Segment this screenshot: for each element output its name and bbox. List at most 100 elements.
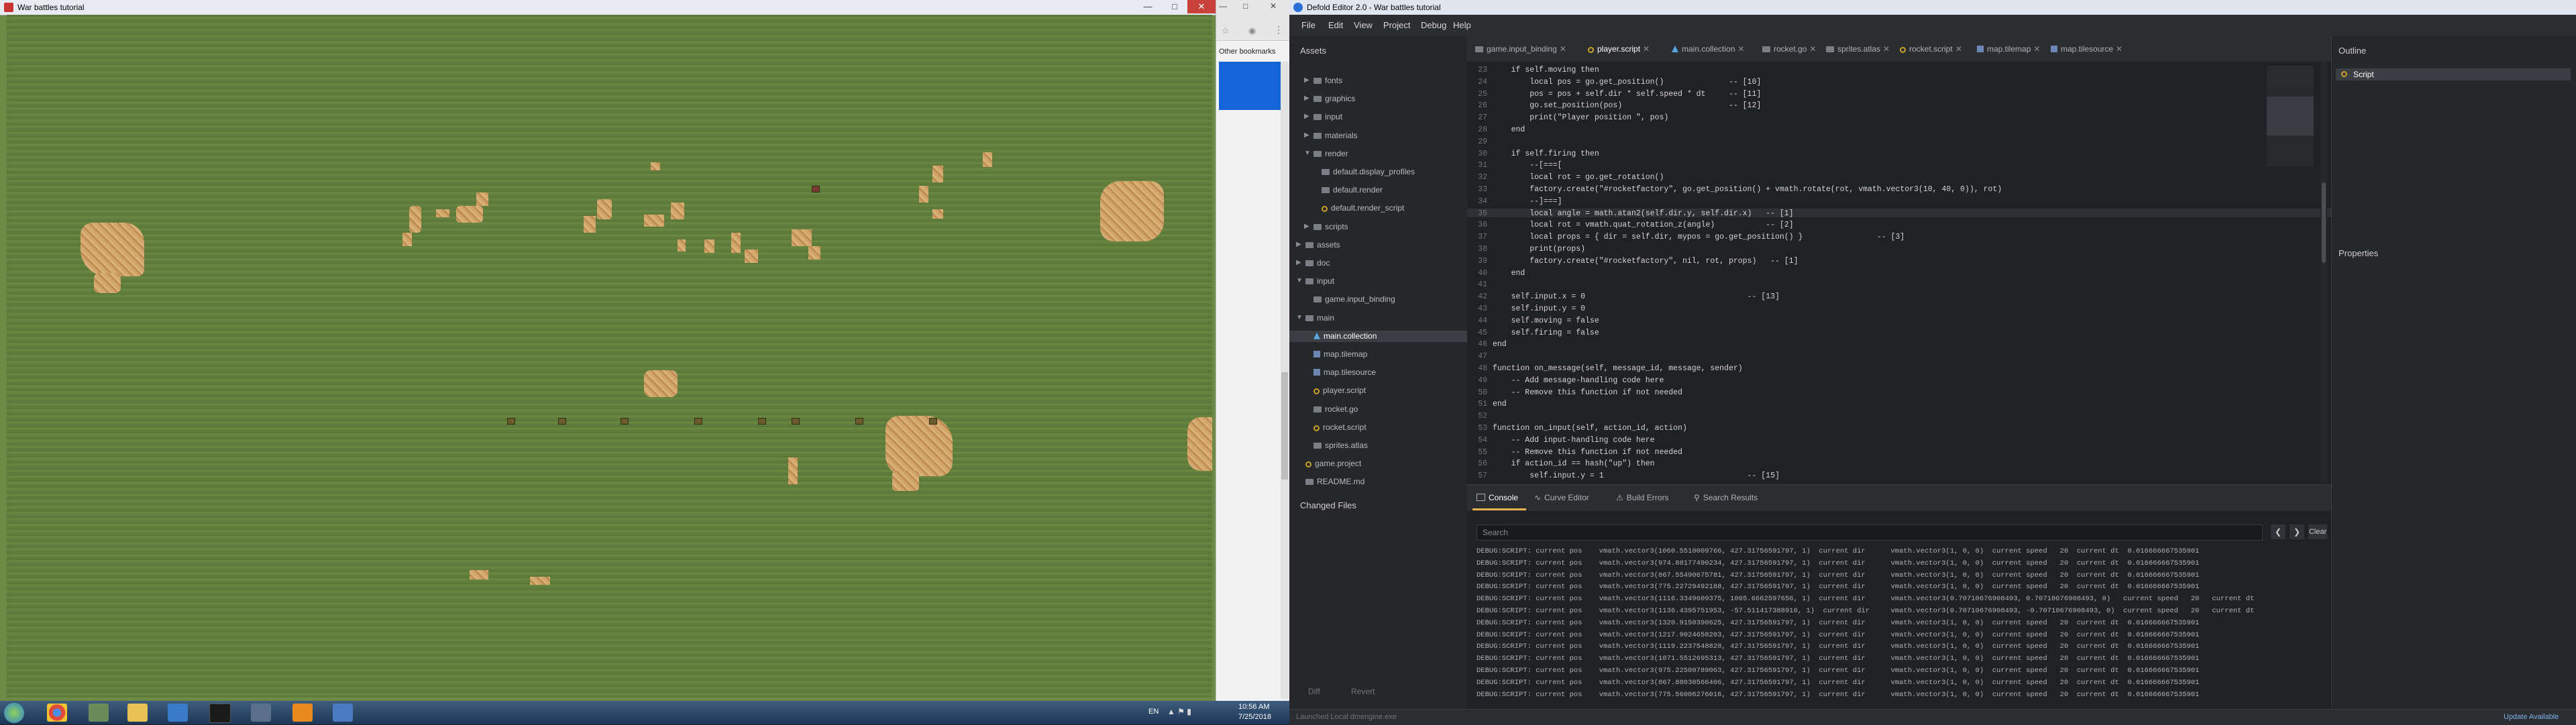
code-line[interactable]: local pos = go.get_position() -- [10] bbox=[1493, 78, 1761, 87]
code-line[interactable]: end bbox=[1493, 269, 1525, 278]
tree-item-render[interactable]: ▼ render bbox=[1289, 148, 1467, 160]
collapsed-arrow-icon[interactable]: ▶ bbox=[1304, 223, 1309, 230]
code-line[interactable]: end bbox=[1493, 340, 1507, 349]
console-search-input[interactable]: Search bbox=[1477, 524, 2263, 541]
app-icon[interactable] bbox=[168, 704, 188, 722]
code-line[interactable]: local rot = vmath.quat_rotation_z(angle)… bbox=[1493, 221, 1793, 229]
tree-item-player-script[interactable]: player.script bbox=[1289, 385, 1467, 396]
code-line[interactable]: self.input.y = 1 -- [15] bbox=[1493, 471, 1780, 480]
diff-button[interactable]: Diff bbox=[1308, 687, 1320, 696]
tab-map-tilesource[interactable]: map.tilesource ✕ bbox=[2051, 44, 2123, 54]
app-icon[interactable] bbox=[251, 704, 271, 722]
tree-item-default-render[interactable]: default.render bbox=[1289, 184, 1467, 196]
clock-time[interactable]: 10:56 AM bbox=[1238, 703, 1269, 711]
tab-rocket-go[interactable]: rocket.go ✕ bbox=[1762, 44, 1816, 54]
prev-result-button[interactable]: ❮ bbox=[2271, 524, 2286, 539]
code-line[interactable]: self.moving = false bbox=[1493, 317, 1599, 325]
code-line[interactable]: --[===[ bbox=[1493, 161, 1562, 170]
defold-icon[interactable] bbox=[333, 704, 353, 722]
language-indicator[interactable]: EN bbox=[1148, 708, 1159, 716]
tree-item-game-input-binding[interactable]: game.input_binding bbox=[1289, 294, 1467, 305]
menu-icon[interactable]: ⋮ bbox=[1274, 24, 1283, 36]
close-tab-icon[interactable]: ✕ bbox=[1809, 44, 1816, 54]
update-available-link[interactable]: Update Available bbox=[2504, 713, 2559, 721]
close-tab-icon[interactable]: ✕ bbox=[1560, 44, 1566, 54]
expanded-arrow-icon[interactable]: ▼ bbox=[1304, 150, 1311, 157]
code-line[interactable]: end bbox=[1493, 125, 1525, 134]
tab-map-tilemap[interactable]: map.tilemap ✕ bbox=[1977, 44, 2040, 54]
expanded-arrow-icon[interactable]: ▼ bbox=[1296, 314, 1303, 321]
minimap[interactable] bbox=[2267, 66, 2314, 166]
outline-item-script[interactable]: Script bbox=[2336, 68, 2571, 80]
expanded-arrow-icon[interactable]: ▼ bbox=[1296, 277, 1303, 284]
start-button[interactable] bbox=[4, 703, 24, 723]
clear-button[interactable]: Clear bbox=[2308, 524, 2327, 539]
extension-icon[interactable]: ◉ bbox=[1248, 25, 1256, 36]
minimap-viewport[interactable] bbox=[2267, 97, 2314, 135]
tree-item-map-tilesource[interactable]: map.tilesource bbox=[1289, 367, 1467, 378]
tab-player-script[interactable]: player.script ✕ bbox=[1588, 44, 1650, 54]
menu-project[interactable]: Project bbox=[1383, 20, 1410, 30]
menu-edit[interactable]: Edit bbox=[1328, 20, 1343, 30]
tab-rocket-script[interactable]: rocket.script ✕ bbox=[1900, 44, 1962, 54]
tree-item-assets[interactable]: ▶ assets bbox=[1289, 239, 1467, 251]
tab-game-input-binding[interactable]: game.input_binding ✕ bbox=[1475, 44, 1566, 54]
collapsed-arrow-icon[interactable]: ▶ bbox=[1296, 241, 1301, 248]
code-line[interactable]: factory.create("#rocketfactory", nil, ro… bbox=[1493, 257, 1798, 266]
tree-item-graphics[interactable]: ▶ graphics bbox=[1289, 93, 1467, 105]
code-line[interactable]: if self.firing then bbox=[1493, 150, 1599, 158]
close-tab-icon[interactable]: ✕ bbox=[2033, 44, 2040, 54]
maximize-icon[interactable]: □ bbox=[1161, 0, 1189, 13]
code-line[interactable]: end bbox=[1493, 400, 1507, 408]
code-line[interactable]: -- Add input-handling code here bbox=[1493, 436, 1655, 445]
code-line[interactable]: -- Remove this function if not needed bbox=[1493, 448, 1682, 457]
tree-item-main-collection[interactable]: main.collection bbox=[1289, 330, 1467, 342]
code-line[interactable]: function on_input(self, action_id, actio… bbox=[1493, 424, 1687, 433]
close-tab-icon[interactable]: ✕ bbox=[2116, 44, 2123, 54]
tree-item-fonts[interactable]: ▶ fonts bbox=[1289, 75, 1467, 87]
tree-item-default-display-profiles[interactable]: default.display_profiles bbox=[1289, 166, 1467, 178]
menu-view[interactable]: View bbox=[1354, 20, 1373, 30]
code-line[interactable]: go.set_position(pos) -- [12] bbox=[1493, 101, 1761, 110]
close-tab-icon[interactable]: ✕ bbox=[1883, 44, 1890, 54]
next-result-button[interactable]: ❯ bbox=[2290, 524, 2304, 539]
maximize-icon[interactable]: □ bbox=[1243, 1, 1248, 11]
code-line[interactable]: -- Add message-handling code here bbox=[1493, 376, 1664, 385]
tab-console[interactable]: Console bbox=[1477, 493, 1518, 502]
other-bookmarks[interactable]: Other bookmarks bbox=[1219, 48, 1275, 56]
clock-date[interactable]: 7/25/2018 bbox=[1238, 713, 1271, 721]
close-icon[interactable]: ✕ bbox=[1270, 1, 1277, 11]
close-tab-icon[interactable]: ✕ bbox=[1737, 44, 1744, 54]
collapsed-arrow-icon[interactable]: ▶ bbox=[1304, 95, 1309, 102]
game-canvas[interactable] bbox=[7, 15, 1212, 698]
folder-icon[interactable] bbox=[127, 704, 148, 722]
app-icon[interactable] bbox=[292, 704, 313, 722]
terminal-icon[interactable] bbox=[209, 704, 231, 723]
tree-item-doc[interactable]: ▶ doc bbox=[1289, 258, 1467, 269]
tree-item-map-tilemap[interactable]: map.tilemap bbox=[1289, 349, 1467, 360]
code-line[interactable]: print("Player position ", pos) bbox=[1493, 113, 1668, 122]
tree-item-materials[interactable]: ▶ materials bbox=[1289, 130, 1467, 142]
code-line[interactable]: pos = pos + self.dir * self.speed * dt -… bbox=[1493, 90, 1761, 99]
collapsed-arrow-icon[interactable]: ▶ bbox=[1304, 76, 1309, 84]
app-icon[interactable] bbox=[89, 704, 109, 722]
code-line[interactable]: factory.create("#rocketfactory", go.get_… bbox=[1493, 185, 2002, 194]
tree-item-readme-md[interactable]: README.md bbox=[1289, 476, 1467, 488]
revert-button[interactable]: Revert bbox=[1351, 687, 1375, 696]
tree-item-input[interactable]: ▶ input bbox=[1289, 111, 1467, 123]
collapsed-arrow-icon[interactable]: ▶ bbox=[1304, 131, 1309, 139]
close-icon[interactable]: ✕ bbox=[1187, 0, 1216, 13]
menu-help[interactable]: Help bbox=[1453, 20, 1471, 30]
code-line[interactable]: local rot = go.get_rotation() bbox=[1493, 173, 1664, 182]
code-line[interactable]: if action_id == hash("up") then bbox=[1493, 459, 1655, 468]
chrome-icon[interactable] bbox=[47, 704, 67, 722]
tree-item-rocket-go[interactable]: rocket.go bbox=[1289, 404, 1467, 415]
tray-icons[interactable]: ▲ ⚑ ▮ bbox=[1167, 707, 1191, 716]
code-line[interactable]: self.input.x = 0 -- [13] bbox=[1493, 292, 1780, 301]
tab-build-errors[interactable]: ⚠ Build Errors bbox=[1616, 493, 1668, 502]
collapsed-arrow-icon[interactable]: ▶ bbox=[1296, 259, 1301, 266]
menu-debug[interactable]: Debug bbox=[1421, 20, 1446, 30]
code-line[interactable]: if self.moving then bbox=[1493, 66, 1599, 74]
code-line[interactable]: -- Remove this function if not needed bbox=[1493, 388, 1682, 397]
editor-title-bar[interactable]: Defold Editor 2.0 - War battles tutorial bbox=[1289, 0, 2576, 15]
